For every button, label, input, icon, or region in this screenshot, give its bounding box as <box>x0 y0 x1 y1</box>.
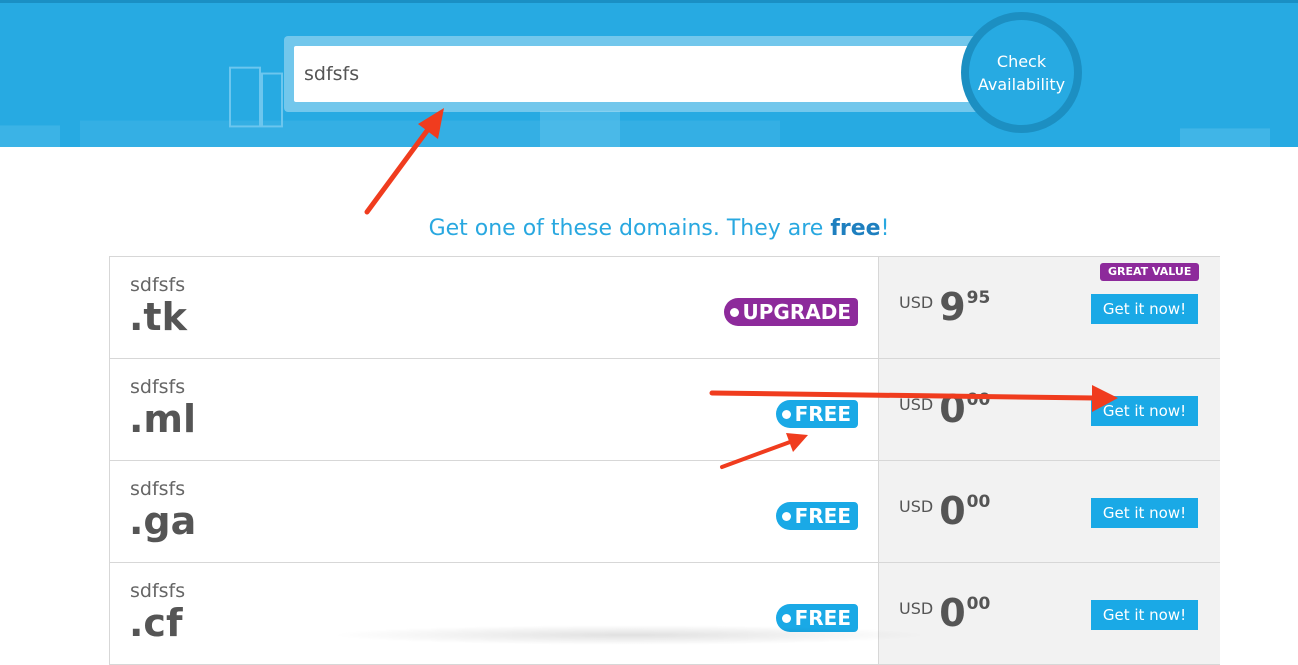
great-value-tag: GREAT VALUE <box>1100 263 1200 281</box>
domain-name: sdfsfs <box>130 478 186 500</box>
get-it-now-button[interactable]: Get it now! <box>1091 294 1198 324</box>
domain-name: sdfsfs <box>130 274 186 296</box>
check-button-label: Check Availability <box>977 51 1066 94</box>
badge-dot-icon <box>781 613 791 623</box>
domain-results-table: sdfsfs .tk UPGRADE GREAT VALUE USD 9 95 Ge… <box>109 256 1220 665</box>
domain-tld: .ga <box>129 499 197 543</box>
upgrade-badge: UPGRADE <box>723 298 858 326</box>
price-cell: GREAT VALUE USD 9 95 Get it now! <box>878 257 1220 358</box>
domain-row-tk: sdfsfs .tk UPGRADE GREAT VALUE USD 9 95 Ge… <box>109 256 1220 359</box>
domain-cell: sdfsfs .tk UPGRADE <box>110 257 878 358</box>
free-badge: FREE <box>775 400 858 428</box>
price: USD 9 95 <box>899 285 991 329</box>
domain-tld: .ml <box>129 397 197 441</box>
domain-cell: sdfsfs .cf FREE <box>110 563 878 664</box>
get-it-now-button[interactable]: Get it now! <box>1091 498 1198 528</box>
domain-cell: sdfsfs .ml FREE <box>110 359 878 460</box>
domain-row-ga: sdfsfs .ga FREE USD 0 00 Get it now! <box>109 461 1220 563</box>
get-it-now-button[interactable]: Get it now! <box>1091 600 1198 630</box>
domain-name: sdfsfs <box>130 376 186 398</box>
check-availability-button[interactable]: Check Availability <box>969 20 1074 125</box>
domain-tld: .cf <box>129 601 183 645</box>
free-domains-headline: Get one of these domains. They are free! <box>428 216 890 241</box>
badge-dot-icon <box>781 511 791 521</box>
domain-row-ml: sdfsfs .ml FREE USD 0 00 Get it now! <box>109 359 1220 461</box>
price-cell: USD 0 00 Get it now! <box>878 563 1220 664</box>
badge-dot-icon <box>781 409 791 419</box>
badge-dot-icon <box>729 307 739 317</box>
domain-name: sdfsfs <box>130 580 186 602</box>
domain-row-cf: sdfsfs .cf FREE USD 0 00 Get it now! <box>109 563 1220 665</box>
price-cell: USD 0 00 Get it now! <box>878 461 1220 562</box>
domain-cell: sdfsfs .ga FREE <box>110 461 878 562</box>
price: USD 0 00 <box>899 489 991 533</box>
free-badge: FREE <box>775 502 858 530</box>
domain-tld: .tk <box>129 295 187 339</box>
domain-search-input[interactable] <box>294 46 984 102</box>
get-it-now-button[interactable]: Get it now! <box>1091 396 1198 426</box>
price-cell: USD 0 00 Get it now! <box>878 359 1220 460</box>
bottom-shadow <box>330 625 930 645</box>
price: USD 0 00 <box>899 387 991 431</box>
